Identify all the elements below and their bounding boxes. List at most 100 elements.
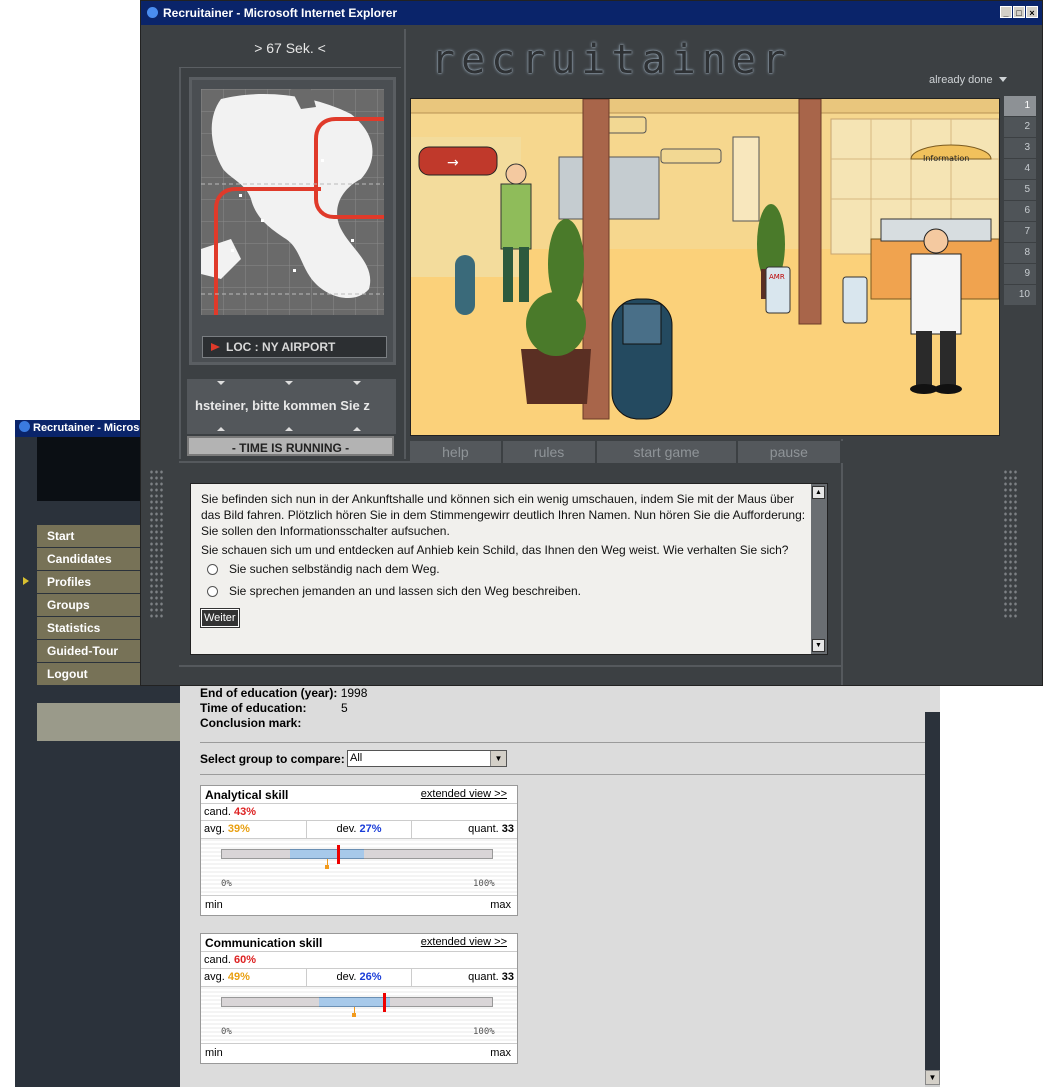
skill-card-communication: Communication skill extended view >> can… (200, 933, 518, 1064)
quantity-cell: quant. 33 (412, 821, 517, 838)
scrollbar-track[interactable] (925, 712, 940, 1072)
scale-max-label: 100% (473, 1027, 495, 1037)
quantity-value: 33 (501, 971, 515, 983)
radio-button-2[interactable] (207, 586, 218, 597)
deviation-cell: dev. 27% (307, 821, 413, 838)
level-button-2[interactable]: 2 (1004, 117, 1036, 137)
chevron-down-icon (217, 381, 225, 385)
close-icon[interactable]: × (1026, 6, 1038, 18)
start-game-button[interactable]: start game (597, 441, 738, 463)
game-nav-bar: help rules start game pause (410, 441, 1000, 463)
min-max-row: min max (201, 896, 517, 915)
maximize-icon[interactable]: □ (1013, 6, 1025, 18)
background-window-titlebar[interactable]: Recrutainer - Microsoft Internet Explore… (15, 420, 159, 437)
scale-min-label: 0% (221, 879, 232, 889)
skill-name: Communication skill (205, 936, 323, 950)
information-sign: Information (923, 154, 969, 163)
content-scrollbar[interactable]: ▼ (925, 712, 940, 1087)
skill-name: Analytical skill (205, 788, 289, 802)
rules-button[interactable]: rules (502, 441, 598, 463)
question-text-area: Sie befinden sich nun in der Ankunftshal… (200, 491, 806, 628)
education-time-row: Time of education: 5 (200, 701, 348, 715)
answer-option-2[interactable]: Sie sprechen jemanden an und lassen sich… (201, 583, 806, 599)
pause-button[interactable]: pause (737, 441, 843, 463)
airport-scene-graphic: → Information AMR (411, 99, 999, 435)
airport-scene[interactable]: → Information AMR (410, 98, 1000, 436)
chevron-up-icon (353, 427, 361, 431)
candidate-label: cand. (204, 954, 231, 966)
max-label: max (490, 899, 511, 911)
average-cell: avg. 39% (201, 821, 307, 838)
announcement-ticker: hsteiner, bitte kommen Sie z (187, 379, 396, 434)
extended-view-link[interactable]: extended view >> (421, 936, 507, 948)
divider (200, 774, 935, 775)
average-value: 39% (227, 823, 250, 835)
scroll-down-arrow-icon[interactable]: ▼ (925, 1070, 940, 1085)
extended-view-link[interactable]: extended view >> (421, 788, 507, 800)
decorative-dots (149, 469, 165, 619)
dropdown-arrow-icon[interactable]: ▼ (490, 751, 506, 766)
divider (404, 29, 406, 459)
sidebar-panel (37, 703, 180, 741)
question-paragraph: Sie schauen sich um und entdecken auf An… (201, 543, 789, 557)
decorative-dots (1003, 469, 1019, 619)
level-button-8[interactable]: 8 (1004, 243, 1036, 263)
min-label: min (205, 899, 223, 911)
level-button-10[interactable]: 10 (1004, 285, 1036, 305)
education-time-label: Time of education: (200, 701, 307, 715)
level-button-7[interactable]: 7 (1004, 222, 1036, 242)
minimize-icon[interactable]: _ (1000, 6, 1012, 18)
level-selector: 1 2 3 4 5 6 7 8 9 10 (1004, 96, 1036, 306)
deviation-cell: dev. 26% (307, 969, 413, 986)
chevron-down-icon (353, 381, 361, 385)
weiter-button[interactable]: Weiter (200, 608, 240, 628)
window-buttons: _ □ × (1000, 6, 1038, 18)
average-label: avg. (204, 971, 225, 983)
answer-option-1[interactable]: Sie suchen selbständig nach dem Weg. (201, 561, 806, 577)
level-button-5[interactable]: 5 (1004, 180, 1036, 200)
quantity-cell: quant. 33 (412, 969, 517, 986)
deviation-value: 27% (359, 823, 382, 835)
svg-text:→: → (447, 155, 459, 171)
level-button-1[interactable]: 1 (1004, 96, 1036, 116)
average-value: 49% (227, 971, 250, 983)
skill-card-header: Analytical skill extended view >> (201, 786, 517, 804)
level-button-9[interactable]: 9 (1004, 264, 1036, 284)
skill-bar-chart: 0% 100% (201, 839, 517, 896)
compare-group-label: Select group to compare: (200, 752, 345, 766)
countdown-timer: > 67 Sek. < (179, 29, 401, 68)
map-frame: LOC : NY AIRPORT (189, 77, 396, 365)
answer-option-label: Sie suchen selbständig nach dem Weg. (229, 562, 440, 576)
question-scrollbar[interactable]: ▲ ▼ (811, 484, 827, 654)
help-button[interactable]: help (410, 441, 503, 463)
chevron-up-icon (217, 427, 225, 431)
recruitainer-logo: recruitainer (431, 37, 792, 83)
education-end-row: End of education (year): 1998 (200, 686, 367, 700)
level-button-6[interactable]: 6 (1004, 201, 1036, 221)
level-button-4[interactable]: 4 (1004, 159, 1036, 179)
chevron-down-icon (285, 381, 293, 385)
divider (841, 439, 843, 685)
quantity-label: quant. (468, 971, 499, 983)
min-max-row: min max (201, 1044, 517, 1063)
candidate-score-row: cand. 43% (201, 804, 517, 821)
max-label: max (490, 1047, 511, 1059)
world-map-graphic (201, 89, 384, 315)
already-done-dropdown[interactable]: already done (929, 74, 1007, 86)
average-marker (352, 1013, 357, 1017)
radio-button-1[interactable] (207, 564, 218, 575)
scroll-down-arrow-icon[interactable]: ▼ (812, 639, 825, 652)
candidate-detail-content: End of education (year): 1998 Time of ed… (180, 670, 940, 1087)
already-done-label: already done (929, 74, 993, 86)
quantity-value: 33 (501, 823, 515, 835)
game-window-titlebar[interactable]: Recruitainer - Microsoft Internet Explor… (141, 1, 1042, 25)
scroll-up-arrow-icon[interactable]: ▲ (812, 486, 825, 499)
scale-min-label: 0% (221, 1027, 232, 1037)
chevron-up-icon (285, 427, 293, 431)
candidate-marker (336, 845, 340, 864)
education-time-value: 5 (341, 701, 348, 715)
candidate-score: 60% (233, 954, 257, 966)
candidate-marker (383, 993, 387, 1012)
compare-group-select[interactable]: All ▼ (347, 750, 507, 767)
level-button-3[interactable]: 3 (1004, 138, 1036, 158)
